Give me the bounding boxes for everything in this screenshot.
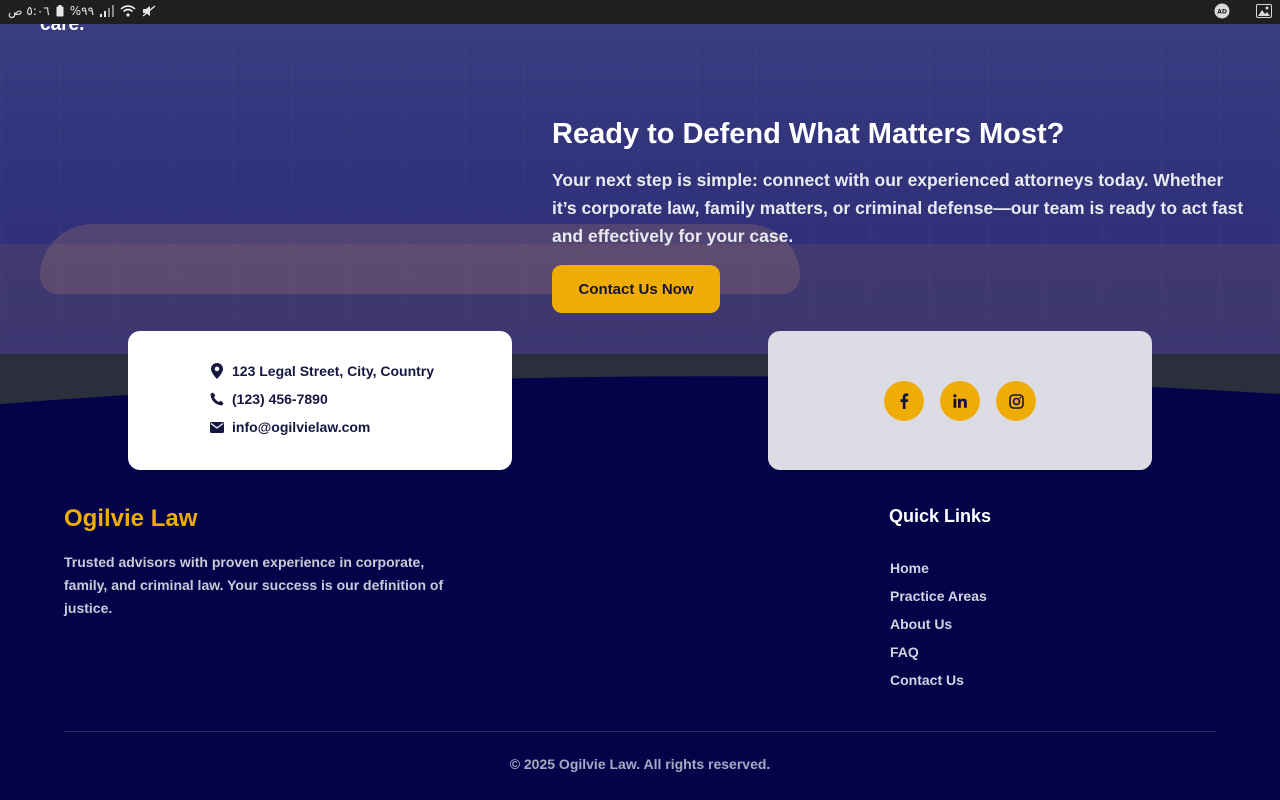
wifi-icon bbox=[120, 5, 136, 17]
contact-us-now-button[interactable]: Contact Us Now bbox=[552, 265, 720, 313]
status-bar: ٥:٠٦ ص %٩٩ AD bbox=[0, 0, 1280, 24]
hero-section: care. Ready to Defend What Matters Most?… bbox=[0, 24, 1280, 354]
envelope-icon bbox=[210, 419, 224, 435]
hero-description: Your next step is simple: connect with o… bbox=[552, 170, 1244, 246]
image-icon bbox=[1256, 4, 1272, 18]
status-time: ٥:٠٦ ص bbox=[8, 4, 50, 18]
quick-link-home[interactable]: Home bbox=[890, 558, 987, 586]
contact-address: 123 Legal Street, City, Country bbox=[232, 363, 435, 379]
hero-fragment-text: care. bbox=[40, 24, 85, 35]
contact-phone-row: (123) 456-7890 bbox=[210, 391, 328, 407]
phone-icon bbox=[210, 391, 224, 407]
instagram-icon bbox=[1008, 393, 1024, 409]
contact-email-row: info@ogilvielaw.com bbox=[210, 419, 370, 435]
contact-info-card: 123 Legal Street, City, Country (123) 45… bbox=[128, 331, 512, 470]
location-pin-icon bbox=[210, 363, 224, 379]
footer-brand[interactable]: Ogilvie Law bbox=[64, 505, 197, 533]
social-links-card bbox=[768, 331, 1152, 470]
linkedin-button[interactable] bbox=[940, 381, 980, 421]
facebook-icon bbox=[900, 393, 909, 409]
status-right: AD bbox=[1214, 3, 1272, 19]
contact-phone[interactable]: (123) 456-7890 bbox=[232, 391, 328, 407]
mute-icon bbox=[142, 5, 156, 17]
quick-links-list: Home Practice Areas About Us FAQ Contact… bbox=[890, 558, 987, 698]
hero-title: Ready to Defend What Matters Most? bbox=[552, 118, 1065, 150]
quick-link-about-us[interactable]: About Us bbox=[890, 614, 987, 642]
linkedin-icon bbox=[953, 394, 967, 408]
status-left: ٥:٠٦ ص %٩٩ bbox=[8, 4, 156, 18]
svg-text:AD: AD bbox=[1217, 9, 1227, 16]
contact-address-row: 123 Legal Street, City, Country bbox=[210, 363, 434, 379]
footer-copyright: © 2025 Ogilvie Law. All rights reserved. bbox=[509, 756, 771, 772]
footer-divider bbox=[64, 731, 1216, 732]
instagram-button[interactable] bbox=[996, 381, 1036, 421]
battery-icon bbox=[56, 5, 64, 17]
ad-block-icon: AD bbox=[1214, 3, 1230, 19]
status-battery: %٩٩ bbox=[69, 4, 95, 18]
facebook-button[interactable] bbox=[884, 381, 924, 421]
signal-icon bbox=[100, 5, 115, 17]
footer-description: Trusted advisors with proven experience … bbox=[64, 554, 444, 616]
quick-links-title: Quick Links bbox=[889, 506, 992, 526]
contact-email[interactable]: info@ogilvielaw.com bbox=[232, 419, 370, 435]
quick-link-practice-areas[interactable]: Practice Areas bbox=[890, 586, 987, 614]
quick-link-contact-us[interactable]: Contact Us bbox=[890, 670, 987, 698]
quick-link-faq[interactable]: FAQ bbox=[890, 642, 987, 670]
